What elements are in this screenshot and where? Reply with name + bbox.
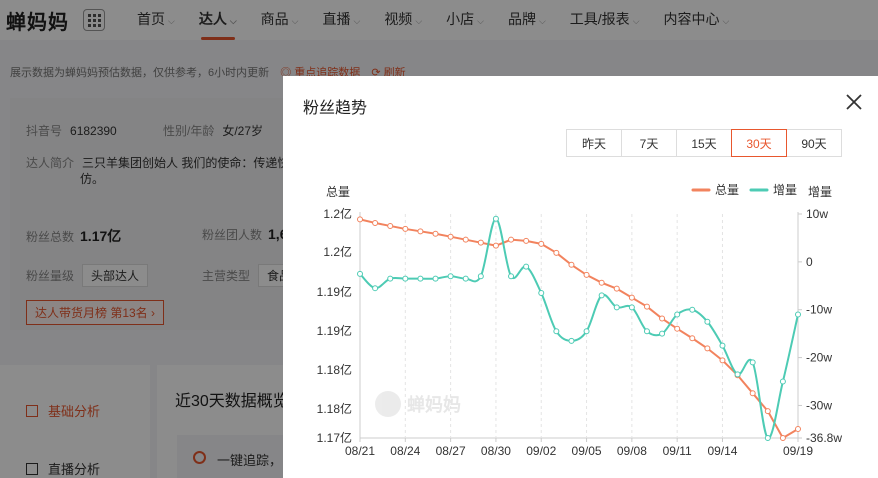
point-increase xyxy=(447,273,454,280)
point-total xyxy=(432,230,439,237)
point-increase xyxy=(402,275,409,282)
right-tick-label: -20w xyxy=(806,351,832,365)
point-increase xyxy=(689,306,696,313)
left-tick-label: 1.18亿 xyxy=(317,362,352,377)
x-tick-label: 08/24 xyxy=(390,444,420,458)
point-increase xyxy=(538,289,545,296)
point-total xyxy=(387,222,394,229)
point-total xyxy=(779,435,786,441)
point-increase xyxy=(598,292,605,299)
point-total xyxy=(643,303,650,310)
point-total xyxy=(704,345,711,352)
point-total xyxy=(402,225,409,232)
point-increase xyxy=(674,311,681,318)
point-total xyxy=(492,242,499,249)
modal-title: 粉丝趋势 xyxy=(303,100,368,117)
point-increase xyxy=(417,275,424,282)
x-tick-label: 08/27 xyxy=(436,444,466,458)
point-total xyxy=(357,216,363,223)
point-total xyxy=(372,219,379,226)
point-increase xyxy=(492,215,499,222)
point-increase xyxy=(643,328,650,335)
right-axis-title: 增量 xyxy=(808,185,832,199)
legend-label-total: 总量 xyxy=(715,183,739,197)
point-increase xyxy=(357,270,363,277)
point-total xyxy=(523,237,530,244)
x-tick-label: 09/05 xyxy=(572,444,602,458)
x-tick-label: 09/19 xyxy=(783,444,813,458)
point-total xyxy=(598,279,605,286)
point-total xyxy=(447,233,454,240)
point-increase xyxy=(553,328,560,335)
point-increase xyxy=(795,311,801,318)
fans-trend-modal: 粉丝趋势 昨天 7天 15天 30天 90天 蝉妈妈 08/21 08/24 08/… xyxy=(283,76,878,478)
point-total xyxy=(583,271,590,278)
point-increase xyxy=(749,359,756,366)
x-tick-label: 08/21 xyxy=(345,444,375,458)
point-total xyxy=(568,261,575,268)
x-tick-label: 09/11 xyxy=(663,444,692,458)
point-increase xyxy=(523,263,530,270)
fans-trend-chart: 08/21 08/24 08/27 08/30 09/02 09/05 09/08 09/11… xyxy=(317,183,843,458)
left-tick-label: 1.19亿 xyxy=(317,284,352,299)
point-increase xyxy=(704,318,711,325)
point-increase xyxy=(764,435,771,441)
right-tick-label: 0 xyxy=(806,255,813,269)
left-tick-label: 1.2亿 xyxy=(323,206,352,221)
point-total xyxy=(749,390,756,397)
left-tick-label: 1.2亿 xyxy=(323,244,352,259)
left-tick-label: 1.17亿 xyxy=(317,430,352,445)
point-increase xyxy=(628,304,635,311)
legend-label-increase: 增量 xyxy=(773,183,797,197)
point-increase xyxy=(719,342,726,349)
point-increase xyxy=(568,337,575,344)
point-total xyxy=(764,408,771,415)
right-tick-label: -30w xyxy=(806,398,832,412)
point-total xyxy=(659,315,666,322)
point-total xyxy=(613,285,620,292)
point-total xyxy=(462,236,469,243)
x-tick-label: 08/30 xyxy=(481,444,511,458)
right-tick-label: 10w xyxy=(806,207,828,221)
series-line-total xyxy=(359,218,799,440)
point-increase xyxy=(432,275,439,282)
left-axis-title: 总量 xyxy=(326,185,350,199)
x-tick-label: 09/08 xyxy=(617,444,647,458)
tab-yesterday[interactable]: 昨天 xyxy=(566,129,622,157)
point-total xyxy=(553,249,560,256)
tab-90-days[interactable]: 90天 xyxy=(786,129,842,157)
point-increase xyxy=(477,273,484,280)
point-total xyxy=(477,239,484,246)
point-total xyxy=(538,240,545,247)
point-increase xyxy=(734,371,741,378)
point-total xyxy=(674,325,681,332)
point-total xyxy=(417,228,424,235)
x-tick-label: 09/14 xyxy=(707,444,737,458)
series-line-increase xyxy=(359,217,799,440)
point-increase xyxy=(508,273,515,280)
close-icon[interactable] xyxy=(845,93,863,111)
right-tick-label: -10w xyxy=(806,303,832,317)
x-tick-label: 09/02 xyxy=(526,444,556,458)
point-increase xyxy=(372,285,379,292)
point-total xyxy=(508,236,515,243)
point-increase xyxy=(613,304,620,311)
point-increase xyxy=(659,330,666,337)
point-increase xyxy=(779,378,786,385)
point-increase xyxy=(462,275,469,282)
left-tick-label: 1.19亿 xyxy=(317,323,352,338)
tab-15-days[interactable]: 15天 xyxy=(676,129,732,157)
point-total xyxy=(689,335,696,342)
tab-30-days[interactable]: 30天 xyxy=(731,129,787,157)
point-increase xyxy=(387,275,394,282)
left-tick-label: 1.18亿 xyxy=(317,401,352,416)
point-total xyxy=(628,294,635,301)
range-tabs: 昨天 7天 15天 30天 90天 xyxy=(566,129,842,157)
tab-7-days[interactable]: 7天 xyxy=(621,129,677,157)
point-increase xyxy=(583,328,590,335)
point-total xyxy=(795,426,801,433)
point-total xyxy=(719,357,726,364)
right-tick-label: -36.8w xyxy=(806,431,842,445)
